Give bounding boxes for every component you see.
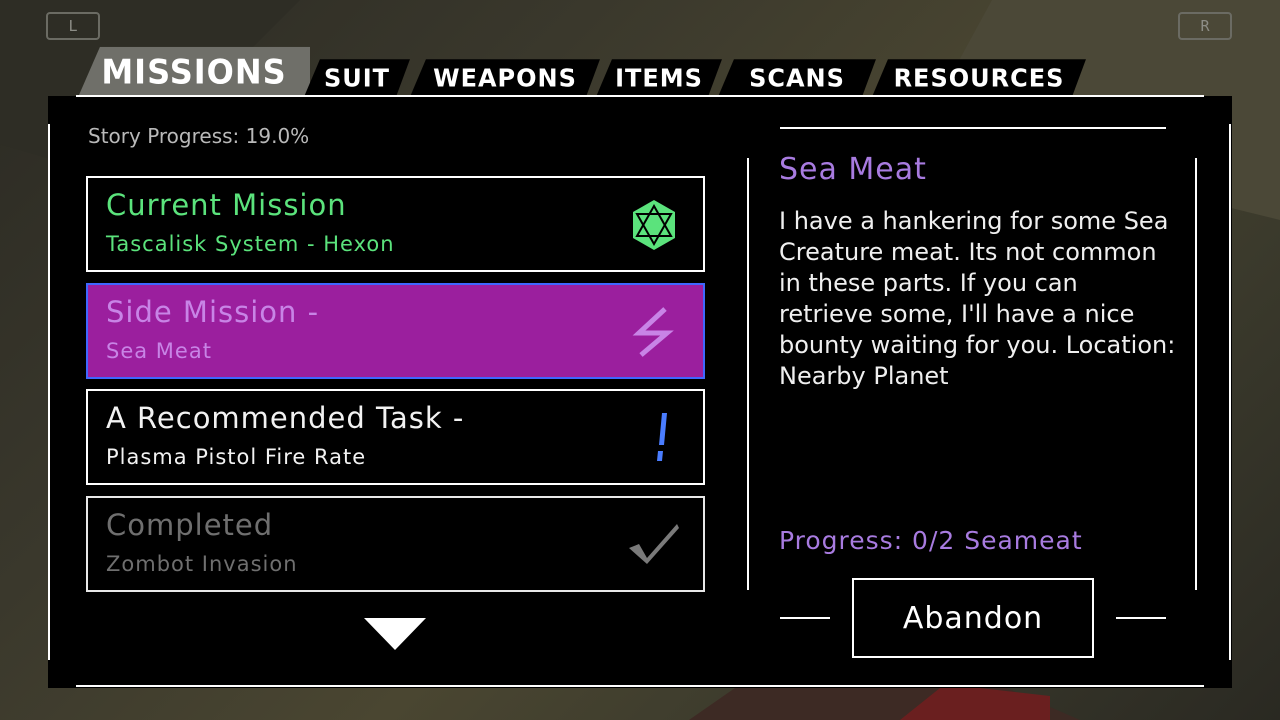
- tab-weapons[interactable]: WEAPONS: [410, 59, 600, 97]
- mission-subtitle: Tascalisk System - Hexon: [106, 232, 395, 256]
- detail-bottom-line-right: [1116, 617, 1166, 619]
- tab-resources[interactable]: RESOURCES: [872, 59, 1086, 97]
- detail-bottom-line-left: [780, 617, 830, 619]
- detail-top-line: [780, 127, 1166, 129]
- lightning-icon: [632, 307, 674, 357]
- tab-missions[interactable]: MISSIONS: [78, 46, 310, 98]
- detail-title: Sea Meat: [779, 152, 927, 187]
- mission-subtitle: Plasma Pistol Fire Rate: [106, 445, 367, 469]
- checkmark-icon: [629, 524, 679, 564]
- mission-title: Completed: [106, 508, 274, 542]
- left-shoulder-button[interactable]: L: [46, 12, 100, 40]
- frame-bottom-line: [76, 685, 1204, 687]
- story-progress: Story Progress: 19.0%: [88, 124, 310, 148]
- right-shoulder-button[interactable]: R: [1178, 12, 1232, 40]
- mission-current[interactable]: Current Mission Tascalisk System - Hexon: [86, 176, 705, 272]
- abandon-button[interactable]: Abandon: [852, 578, 1094, 658]
- mission-side-selected[interactable]: Side Mission - Sea Meat: [86, 283, 705, 379]
- frame-left-line: [48, 124, 50, 660]
- mission-recommended[interactable]: A Recommended Task - Plasma Pistol Fire …: [86, 389, 705, 485]
- tab-suit[interactable]: SUIT: [304, 59, 410, 97]
- mission-title: Current Mission: [106, 188, 347, 222]
- frame-right-line: [1229, 124, 1231, 660]
- exclamation-icon: [657, 413, 667, 461]
- tab-scans[interactable]: SCANS: [718, 59, 876, 97]
- detail-progress: Progress: 0/2 Seameat: [779, 526, 1083, 555]
- frame-top-line: [76, 95, 1204, 97]
- mission-subtitle: Zombot Invasion: [106, 552, 298, 576]
- hexagon-planet-icon: [633, 200, 675, 250]
- detail-description: I have a hankering for some Sea Creature…: [779, 207, 1176, 390]
- scroll-down-arrow[interactable]: [364, 618, 426, 650]
- detail-left-line: [747, 158, 749, 590]
- mission-subtitle: Sea Meat: [106, 339, 212, 363]
- tab-items[interactable]: ITEMS: [596, 59, 722, 97]
- detail-right-line: [1195, 158, 1197, 590]
- mission-title: Side Mission -: [106, 295, 320, 329]
- mission-title: A Recommended Task -: [106, 401, 465, 435]
- mission-completed[interactable]: Completed Zombot Invasion: [86, 496, 705, 592]
